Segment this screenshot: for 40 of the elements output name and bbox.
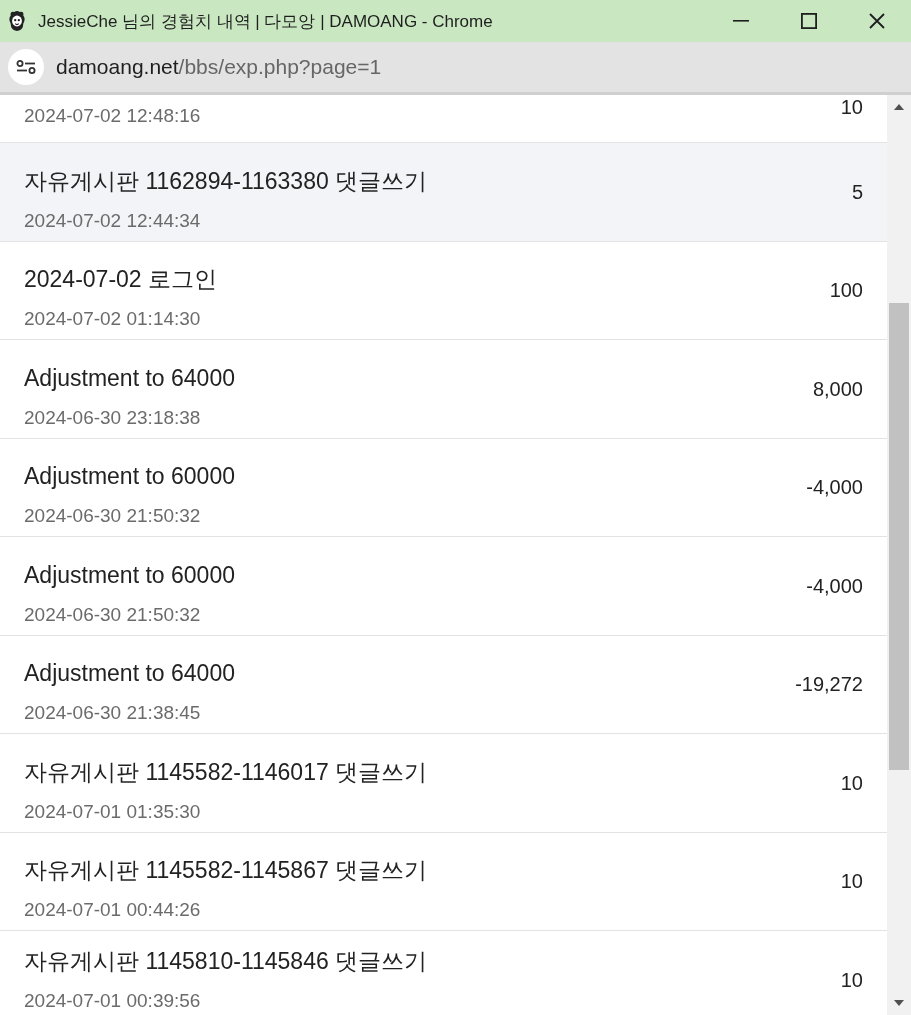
- entry-time: 2024-06-30 21:50:32: [24, 504, 202, 529]
- scrollbar-thumb[interactable]: [889, 303, 909, 770]
- close-icon: [869, 13, 885, 29]
- window-title: JessieChe 님의 경험치 내역 | 다모앙 | DAMOANG - Chrome: [38, 10, 493, 33]
- scroll-down-icon[interactable]: [894, 1000, 904, 1006]
- points-amount: -19,272: [795, 672, 863, 697]
- points-amount: 10: [840, 968, 863, 992]
- points-amount: 100: [829, 278, 863, 303]
- points-amount: 5: [851, 179, 863, 204]
- scroll-up-icon[interactable]: [894, 104, 904, 110]
- site-info-button[interactable]: [8, 49, 44, 85]
- maximize-icon: [801, 13, 817, 29]
- entry-time: 2024-06-30 21:38:45: [24, 701, 202, 726]
- points-amount: -4,000: [806, 475, 863, 500]
- entry-title: 2024-07-02 로그인: [24, 265, 219, 295]
- url-text[interactable]: damoang.net/bbs/exp.php?page=1: [56, 55, 382, 79]
- entry-time: 2024-07-02 01:14:30: [24, 307, 202, 332]
- minimize-icon: [733, 20, 749, 22]
- entry-time: 2024-07-01 00:44:26: [24, 898, 202, 923]
- entry-time: 2024-06-30 21:50:32: [24, 602, 202, 627]
- entry-time: 2024-07-02 12:44:34: [24, 208, 202, 233]
- entry-title: Adjustment to 60000: [24, 462, 236, 492]
- entry-title: Adjustment to 64000: [24, 659, 236, 689]
- points-amount: 10: [840, 95, 863, 119]
- entry-title: Adjustment to 64000: [24, 363, 236, 393]
- entry-time: 2024-07-01 00:39:56: [24, 989, 202, 1013]
- entry-title: 자유게시판 1145582-1146017 댓글쓰기: [24, 757, 429, 787]
- logo-icon: [8, 10, 26, 32]
- entry-time: 2024-07-02 12:48:16: [24, 104, 202, 128]
- entry-title: Adjustment to 60000: [24, 560, 236, 590]
- entry-title: 자유게시판 1145582-1145867 댓글쓰기: [24, 856, 429, 886]
- points-amount: 10: [840, 770, 863, 795]
- entry-title: 자유게시판 1145810-1145846 댓글쓰기: [24, 947, 429, 976]
- tune-icon: [16, 60, 36, 74]
- entry-title: 자유게시판 1162894-1163380 댓글쓰기: [24, 166, 429, 196]
- points-amount: 10: [840, 869, 863, 894]
- points-amount: 8,000: [812, 376, 863, 401]
- points-amount: -4,000: [806, 573, 863, 598]
- entry-time: 2024-07-01 01:35:30: [24, 799, 202, 824]
- entry-time: 2024-06-30 23:18:38: [24, 405, 202, 430]
